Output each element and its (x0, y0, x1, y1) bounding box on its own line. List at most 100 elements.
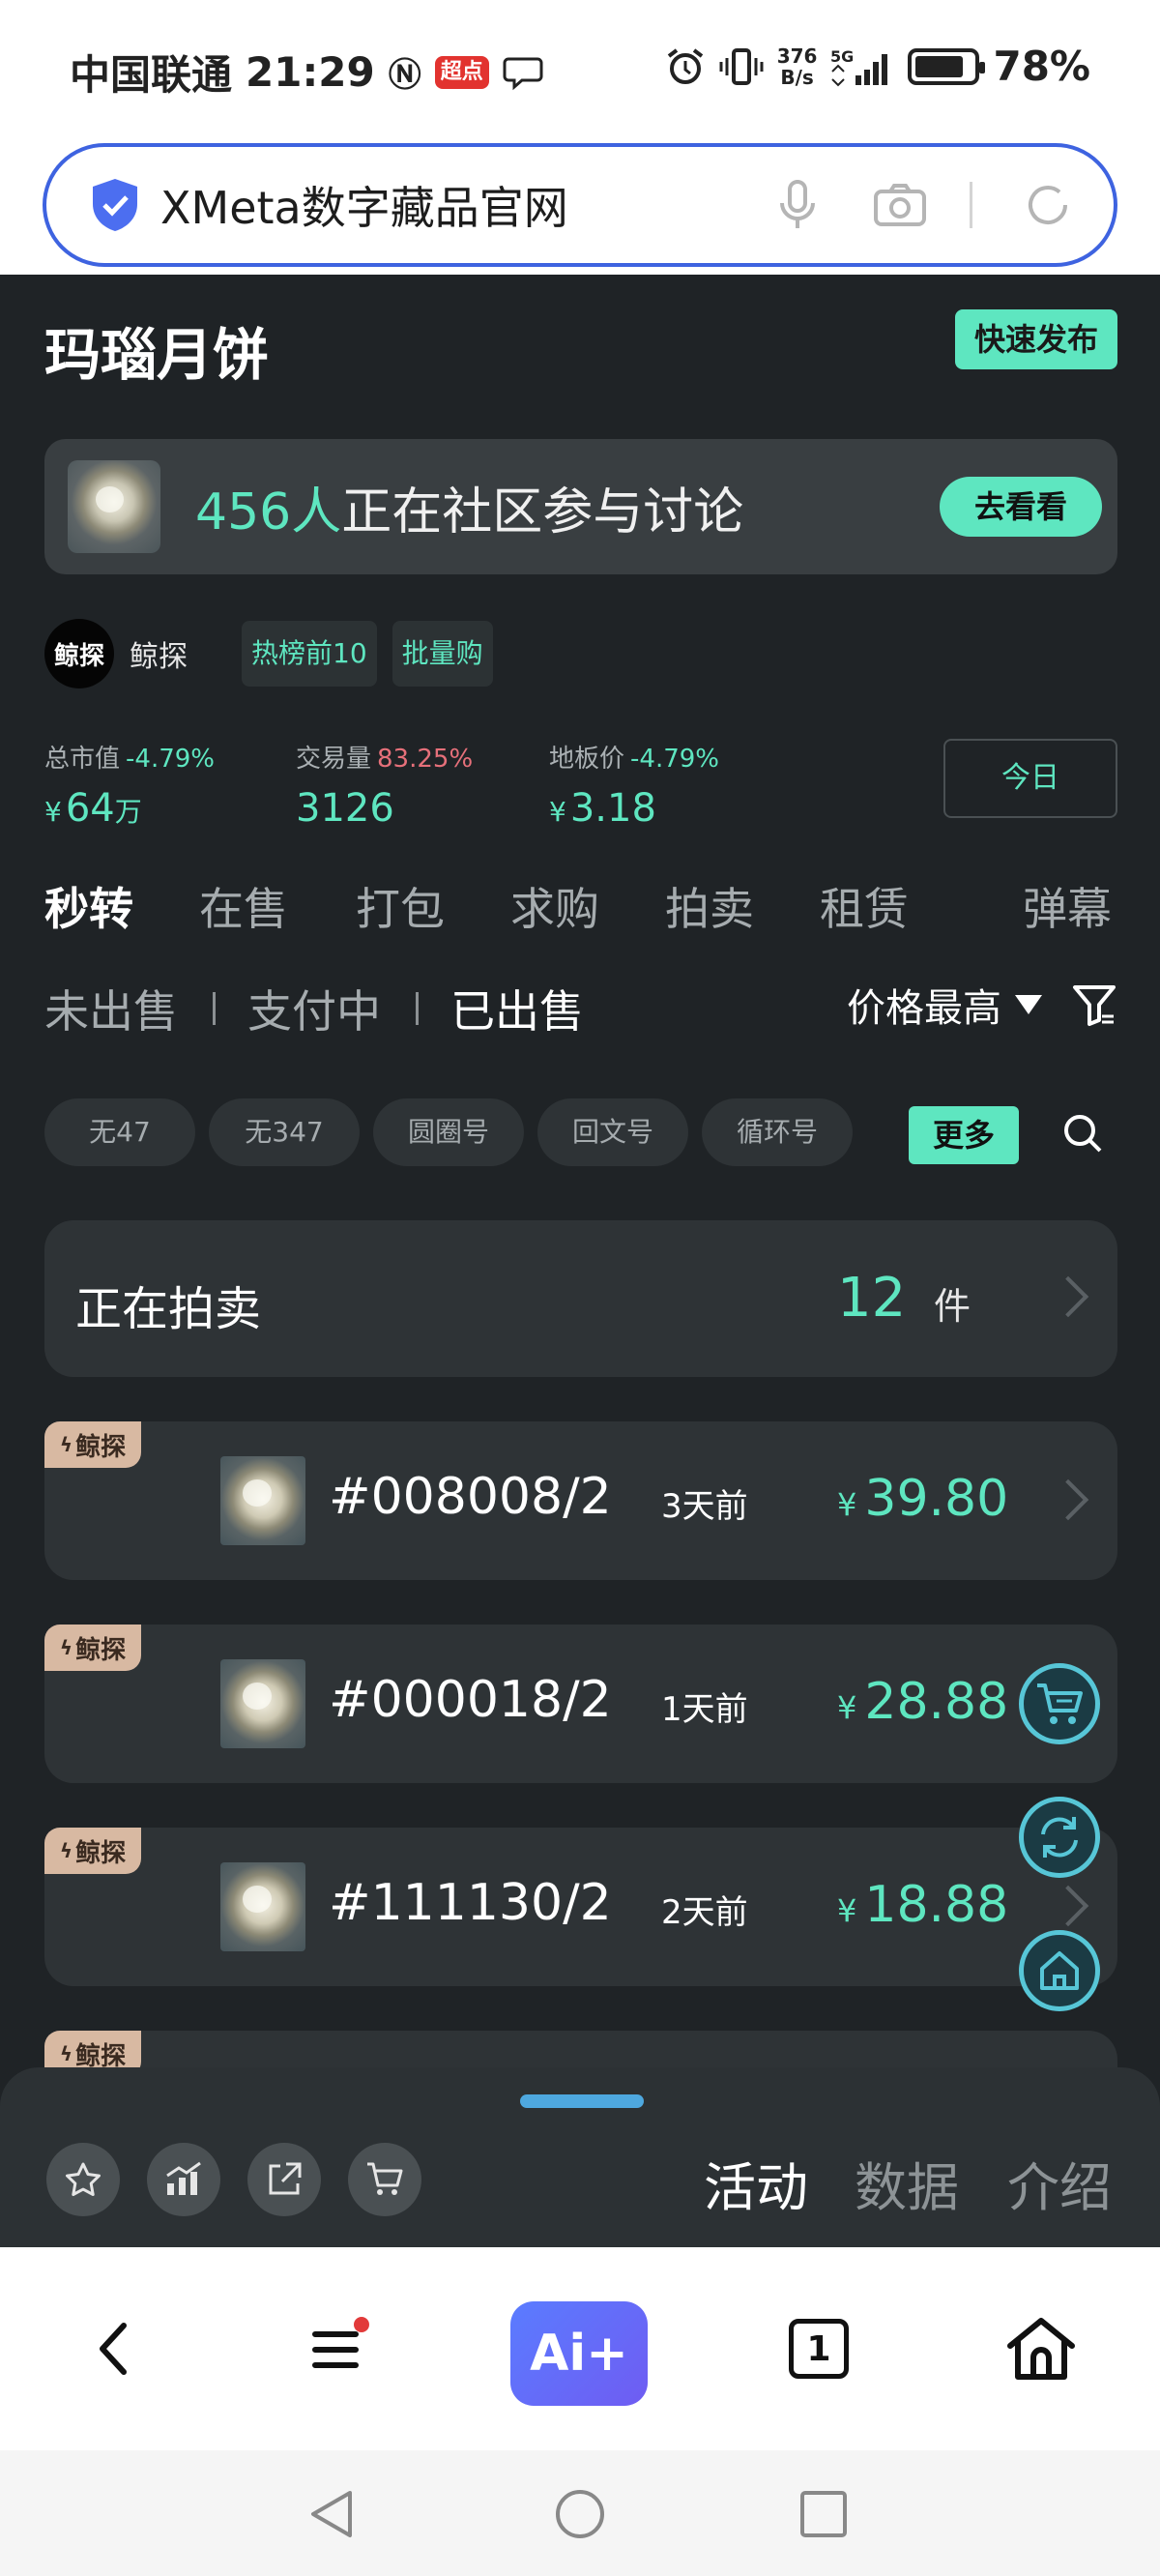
status-bar: 中国联通 21:29 Ⓝ 超点 376 B/s 5G 78% (0, 0, 1160, 143)
clock: 21:29 (246, 48, 375, 96)
collection-page: 玛瑙月饼 快速发布 456人正在社区参与讨论 去看看 鲸探 鲸探 热榜前10 批… (0, 275, 1160, 2247)
system-nav-bar (0, 2450, 1160, 2576)
item-time: 3天前 (661, 1487, 748, 1526)
badge-text: 鲸探 (75, 1432, 127, 1462)
stat-value: 3126 (296, 786, 394, 831)
item-thumbnail (220, 1659, 305, 1748)
subtab-unsold[interactable]: 未出售 (44, 977, 178, 1040)
item-time: 1天前 (661, 1690, 748, 1729)
ai-assistant-button[interactable]: Ai+ (510, 2301, 648, 2406)
community-label: 正在社区参与讨论 (341, 483, 744, 542)
subtab-paying[interactable]: 支付中 (247, 977, 381, 1040)
brand-logo[interactable]: 鲸探 (44, 619, 114, 688)
tab-danmaku[interactable]: 弹幕 (1023, 874, 1112, 938)
subtab-divider (213, 992, 216, 1025)
stat-market-cap: 总市值 -4.79% ¥64万 (44, 739, 215, 831)
carrier-label: 中国联通 (70, 51, 233, 99)
menu-button[interactable] (296, 2305, 383, 2392)
stat-value: 64 (65, 786, 115, 831)
badge-text: 鲸探 (75, 1635, 127, 1665)
drawer-handle[interactable] (520, 2094, 644, 2108)
badge-text: 鲸探 (75, 1838, 127, 1868)
nav-back-icon[interactable] (305, 2487, 360, 2541)
bulk-buy-tag[interactable]: 批量购 (392, 621, 493, 687)
status-subtabs: 未出售 支付中 已出售 价格最高 (44, 977, 1117, 1044)
stat-currency: ¥ (549, 796, 566, 828)
auction-unit: 件 (934, 1285, 972, 1328)
sort-dropdown[interactable]: 价格最高 (847, 977, 1117, 1033)
chip-filter[interactable]: 圆圈号 (373, 1098, 524, 1166)
qidian-app-icon: 超点 (434, 55, 489, 89)
collection-thumbnail (68, 460, 160, 553)
stats-row: 总市值 -4.79% ¥64万 交易量 83.25% 3126 地板价 -4.79% … (44, 739, 1117, 835)
price-currency: ¥ (837, 1486, 857, 1523)
favorite-button[interactable] (46, 2143, 120, 2216)
item-code: #111130/2 (329, 1874, 612, 1932)
chip-filter[interactable]: 回文号 (537, 1098, 688, 1166)
tab-rental[interactable]: 租赁 (820, 874, 909, 938)
chip-filter[interactable]: 无47 (44, 1098, 195, 1166)
nav-home-icon[interactable] (553, 2487, 607, 2541)
tab-bundle[interactable]: 打包 (356, 874, 445, 938)
alarm-icon (667, 47, 703, 84)
list-item[interactable]: ϟ 鲸探 #111130/2 2天前 ¥18.88 (44, 1828, 1117, 1986)
go-see-button[interactable]: 去看看 (939, 477, 1102, 537)
chevron-right-icon (1047, 1275, 1089, 1318)
drawer-tab-data[interactable]: 数据 (855, 2145, 959, 2221)
back-button[interactable] (72, 2305, 159, 2392)
community-banner[interactable]: 456人正在社区参与讨论 去看看 (44, 439, 1117, 574)
stat-change: -4.79% (630, 745, 719, 774)
sort-label: 价格最高 (847, 986, 1001, 1031)
nav-recents-icon[interactable] (798, 2489, 849, 2539)
tab-instant-transfer[interactable]: 秒转 (44, 874, 133, 938)
list-item[interactable]: ϟ 鲸探 #000018/2 1天前 ¥28.88 (44, 1625, 1117, 1783)
tabs-button[interactable]: 1 (775, 2305, 862, 2392)
net-speed-unit: B/s (780, 65, 814, 89)
refresh-icon (1041, 1817, 1078, 1858)
battery-percent: 78% (993, 43, 1090, 90)
chip-filter[interactable]: 无347 (209, 1098, 360, 1166)
brand-name[interactable]: 鲸探 (130, 632, 226, 675)
subtab-sold[interactable]: 已出售 (450, 977, 584, 1040)
brand-row: 鲸探 鲸探 热榜前10 批量购 (44, 619, 493, 688)
home-button[interactable] (998, 2305, 1085, 2392)
net-speed: 376 B/s (777, 45, 818, 88)
chevron-right-icon (1047, 1885, 1089, 1927)
more-button[interactable]: 更多 (909, 1106, 1019, 1164)
chip-filter[interactable]: 循环号 (702, 1098, 853, 1166)
list-item[interactable]: ϟ 鲸探 #008008/2 3天前 ¥39.80 (44, 1421, 1117, 1580)
filter-icon[interactable] (1071, 981, 1117, 1028)
stat-change: 83.25% (377, 745, 474, 774)
nfc-icon: Ⓝ (388, 56, 421, 95)
address-bar[interactable]: XMeta数字藏品官网 (43, 143, 1117, 267)
filter-chips: 无47 无347 圆圈号 回文号 循环号 更多 (44, 1098, 1117, 1166)
item-thumbnail (220, 1862, 305, 1951)
trend-button[interactable] (147, 2143, 220, 2216)
camera-icon[interactable] (873, 178, 927, 232)
status-right: 376 B/s 5G 78% (665, 43, 1090, 90)
cart-icon (367, 2162, 403, 2195)
share-button[interactable] (247, 2143, 321, 2216)
today-button[interactable]: 今日 (943, 739, 1117, 818)
auction-card[interactable]: 正在拍卖 12 件 (44, 1220, 1117, 1377)
tab-auction[interactable]: 拍卖 (665, 874, 754, 938)
tab-on-sale[interactable]: 在售 (199, 874, 288, 938)
home-fab[interactable] (1019, 1930, 1100, 2011)
item-code: #000018/2 (329, 1671, 612, 1729)
search-icon[interactable] (1061, 1112, 1104, 1155)
cart-button[interactable] (348, 2143, 421, 2216)
refresh-icon[interactable] (1021, 178, 1075, 232)
cart-fab[interactable] (1019, 1663, 1100, 1744)
drawer-tab-activity[interactable]: 活动 (704, 2145, 808, 2221)
drawer-tab-intro[interactable]: 介绍 (1007, 2145, 1112, 2221)
microphone-icon[interactable] (770, 178, 825, 232)
url-text[interactable]: XMeta数字藏品官网 (160, 173, 722, 237)
cart-icon (1037, 1683, 1083, 1724)
hot-top10-tag[interactable]: 热榜前10 (242, 621, 377, 687)
quick-publish-button[interactable]: 快速发布 (954, 309, 1117, 369)
item-thumbnail (220, 1456, 305, 1545)
subtab-divider (416, 992, 419, 1025)
refresh-fab[interactable] (1019, 1797, 1100, 1878)
vibrate-icon (719, 47, 764, 85)
tab-wanted[interactable]: 求购 (510, 874, 599, 938)
